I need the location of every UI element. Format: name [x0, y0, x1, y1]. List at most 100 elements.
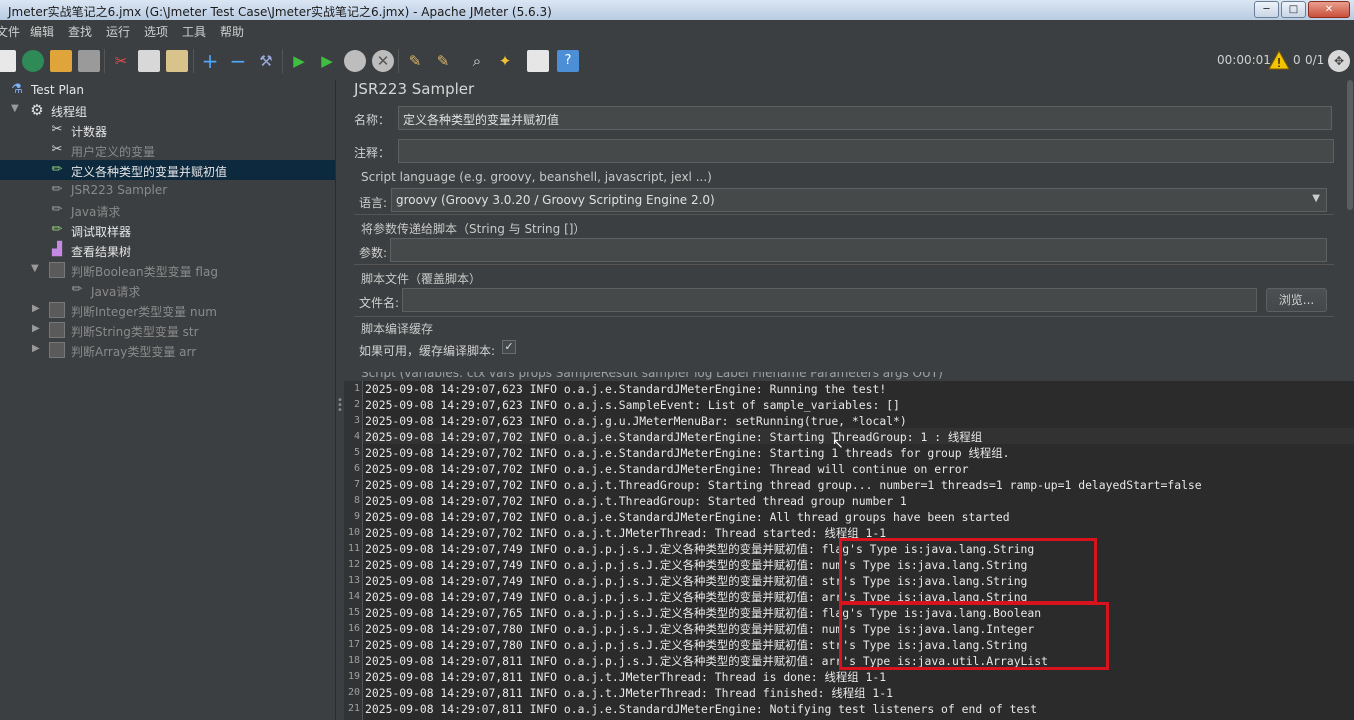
- comment-field[interactable]: [398, 139, 1334, 163]
- tree-item-java-request[interactable]: ✏ Java请求: [0, 200, 335, 220]
- search-icon[interactable]: ⌕: [466, 50, 488, 72]
- line-number: 14: [347, 591, 360, 602]
- shutdown-icon[interactable]: ✕: [372, 50, 394, 72]
- name-field[interactable]: 定义各种类型的变量并赋初值: [398, 106, 1332, 130]
- tree-item-test-plan[interactable]: ⚗ Test Plan: [0, 80, 335, 100]
- sampler-config-panel: JSR223 Sampler 名称： 定义各种类型的变量并赋初值 注释： Scr…: [344, 80, 1346, 372]
- line-number: 4: [353, 431, 360, 442]
- new-icon[interactable]: [0, 50, 16, 72]
- tree-item-if-integer[interactable]: ▶ 判断Integer类型变量 num: [0, 300, 335, 320]
- filename-field[interactable]: [402, 288, 1257, 312]
- warning-icon[interactable]: !: [1268, 50, 1290, 70]
- log-editor[interactable]: Script (variables: ctx vars props Sample…: [344, 372, 1354, 720]
- line-number: 19: [347, 671, 360, 682]
- stop-icon[interactable]: [344, 50, 366, 72]
- line-number: 5: [353, 447, 360, 458]
- tree-item-if-string[interactable]: ▶ 判断String类型变量 str: [0, 320, 335, 340]
- log-line: 2025-09-08 14:29:07,623 INFO o.a.j.s.Sam…: [365, 398, 900, 412]
- tree-item-thread-group[interactable]: ▼ ⚙ 线程组: [0, 100, 335, 120]
- script-group-header: Script (variables: ctx vars props Sample…: [344, 372, 1354, 381]
- function-helper-icon[interactable]: [527, 50, 549, 72]
- line-number: 20: [347, 687, 360, 698]
- save-icon[interactable]: [78, 50, 100, 72]
- tree-item-counter[interactable]: ✂ 计数器: [0, 120, 335, 140]
- tree-item-user-vars[interactable]: ✂ 用户定义的变量: [0, 140, 335, 160]
- log-line: 2025-09-08 14:29:07,811 INFO o.a.j.t.JMe…: [365, 670, 887, 684]
- tree-item-if-array[interactable]: ▶ 判断Array类型变量 arr: [0, 340, 335, 360]
- tree-item-if-boolean[interactable]: ▼ 判断Boolean类型变量 flag: [0, 260, 335, 280]
- name-label: 名称：: [354, 113, 391, 127]
- split-pane-divider[interactable]: • • •: [335, 80, 343, 720]
- menu-search[interactable]: 查找: [68, 23, 92, 40]
- window-title: Jmeter实战笔记之6.jmx (G:\Jmeter Test Case\Jm…: [8, 5, 552, 19]
- start-no-pause-icon[interactable]: ▶: [316, 50, 338, 72]
- elapsed-timer: 00:00:01: [1217, 53, 1271, 67]
- toggle-icon[interactable]: ⚒: [255, 50, 277, 72]
- clear-all-icon[interactable]: ✎: [432, 50, 454, 72]
- pipette-icon: ✏: [51, 182, 63, 197]
- chevron-down-icon: ▼: [1312, 193, 1320, 204]
- expand-icon[interactable]: +: [199, 50, 221, 72]
- tree-item-label: Java请求: [71, 205, 121, 219]
- tree-item-label: Test Plan: [31, 83, 84, 97]
- start-icon[interactable]: ▶: [288, 50, 310, 72]
- test-plan-tree: ⚗ Test Plan ▼ ⚙ 线程组 ✂ 计数器 ✂ 用户定义的变量 ✏ 定义…: [0, 80, 335, 720]
- chevron-right-icon[interactable]: ▶: [32, 343, 40, 354]
- copy-icon[interactable]: [138, 50, 160, 72]
- panel-scrollbar[interactable]: [1346, 80, 1354, 372]
- chevron-right-icon[interactable]: ▶: [32, 303, 40, 314]
- menu-options[interactable]: 选项: [144, 23, 168, 40]
- scissors-icon: ✂: [51, 142, 63, 157]
- params-field[interactable]: [390, 238, 1327, 262]
- menu-file[interactable]: 文件: [0, 23, 20, 40]
- minimize-button[interactable]: ─: [1254, 1, 1279, 18]
- help-icon[interactable]: ?: [557, 50, 579, 72]
- remote-icon[interactable]: ✥: [1328, 50, 1350, 72]
- language-select[interactable]: groovy (Groovy 3.0.20 / Groovy Scripting…: [391, 188, 1327, 212]
- drag-handle-icon[interactable]: • • •: [337, 396, 343, 416]
- tree-item-jsr223[interactable]: ✏ JSR223 Sampler: [0, 180, 335, 200]
- params-label: 参数:: [359, 246, 388, 260]
- tree-item-label: 判断Boolean类型变量 flag: [71, 265, 218, 279]
- templates-icon[interactable]: [22, 50, 44, 72]
- tree-item-define-vars[interactable]: ✏ 定义各种类型的变量并赋初值: [0, 160, 335, 180]
- window-controls: ─ □ ✕: [1254, 1, 1350, 18]
- tree-item-results-tree[interactable]: ▟ 查看结果树: [0, 240, 335, 260]
- controller-icon: [49, 322, 65, 338]
- chevron-down-icon[interactable]: ▼: [11, 103, 19, 114]
- tree-item-label: 调试取样器: [71, 225, 132, 239]
- scrollbar-thumb[interactable]: [1347, 80, 1353, 210]
- highlight-box-before: [839, 538, 1097, 604]
- line-number: 16: [347, 623, 360, 634]
- menu-tools[interactable]: 工具: [182, 23, 206, 40]
- cut-icon[interactable]: ✂: [110, 50, 132, 72]
- menu-edit[interactable]: 编辑: [30, 23, 54, 40]
- pipette-icon: ✏: [51, 222, 63, 237]
- close-button[interactable]: ✕: [1308, 1, 1350, 18]
- tree-item-label: 判断Array类型变量 arr: [71, 345, 197, 359]
- cache-checkbox[interactable]: ✓: [502, 340, 516, 354]
- tree-item-debug-sampler[interactable]: ✏ 调试取样器: [0, 220, 335, 240]
- tree-item-label: 查看结果树: [71, 245, 132, 259]
- params-group: 将参数传递给脚本（String 与 String []）: [361, 222, 586, 236]
- gear-icon: ⚙: [30, 101, 44, 119]
- log-line: 2025-09-08 14:29:07,702 INFO o.a.j.t.Thr…: [365, 494, 907, 508]
- menu-run[interactable]: 运行: [106, 23, 130, 40]
- reset-search-icon[interactable]: ✦: [494, 50, 516, 72]
- paste-icon[interactable]: [166, 50, 188, 72]
- line-number-gutter: 1 2 3 4 5 6 7 8 9 10 11 12 13 14 15 16 17 18 19 20 21: [344, 381, 363, 720]
- pipette-icon: ✏: [71, 282, 83, 297]
- collapse-icon[interactable]: −: [227, 50, 249, 72]
- toolbar-separator: [398, 49, 399, 73]
- tree-item-java-request-child[interactable]: ✏ Java请求: [0, 280, 335, 300]
- toolbar-separator: [193, 49, 194, 73]
- cache-label: 如果可用，缓存编译脚本:: [359, 344, 496, 358]
- menu-help[interactable]: 帮助: [220, 23, 244, 40]
- browse-button[interactable]: 浏览...: [1266, 288, 1327, 312]
- clear-icon[interactable]: ✎: [404, 50, 426, 72]
- chevron-down-icon[interactable]: ▼: [31, 263, 39, 274]
- divider: [354, 316, 1334, 317]
- open-icon[interactable]: [50, 50, 72, 72]
- chevron-right-icon[interactable]: ▶: [32, 323, 40, 334]
- maximize-button[interactable]: □: [1281, 1, 1306, 18]
